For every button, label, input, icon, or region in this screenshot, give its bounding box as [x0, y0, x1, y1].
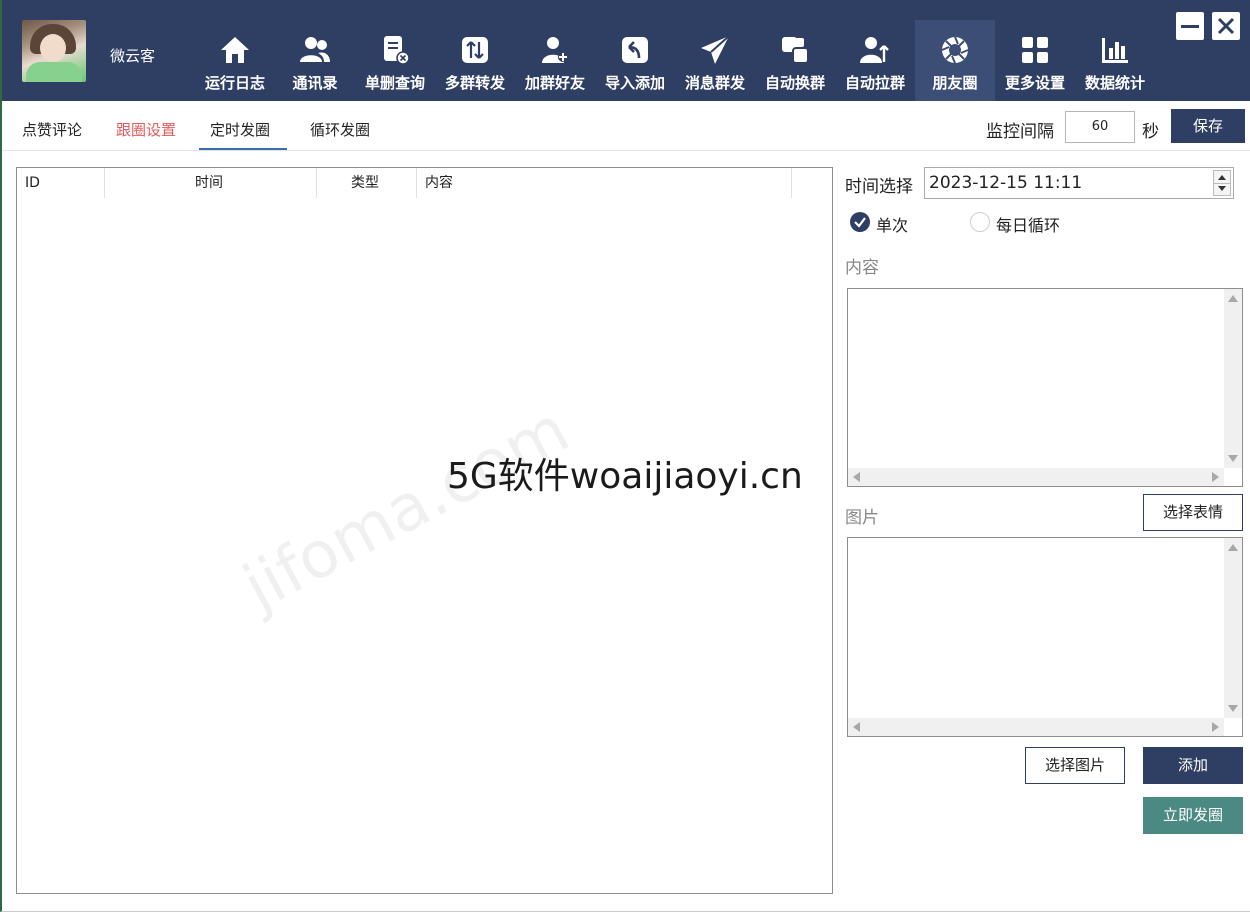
add-button[interactable]: 添加 [1143, 747, 1243, 784]
add-friend-icon [542, 37, 568, 63]
nav-auto-pull-group[interactable]: 自动拉群 [835, 20, 915, 100]
sub-tab-bar: 点赞评论 跟圈设置 定时发圈 循环发圈 监控间隔 秒 [2, 101, 1250, 151]
column-header-time[interactable]: 时间 [195, 168, 223, 198]
home-icon [221, 37, 249, 63]
contacts-icon [300, 37, 330, 62]
nav-run-log[interactable]: 运行日志 [195, 20, 275, 100]
datetime-picker[interactable]: 2023-12-15 11:11 [924, 167, 1234, 199]
top-toolbar: 微云客 运行日志 通讯录 单删查询 多群转发 加群好友 导入添加 消息群发 自动… [2, 0, 1250, 101]
monitor-interval-label: 监控间隔 [986, 122, 1054, 142]
content-label: 内容 [845, 258, 879, 278]
username: 微云客 [110, 47, 156, 65]
avatar[interactable] [22, 20, 86, 82]
column-header-id[interactable]: ID [25, 168, 40, 198]
datetime-spinner[interactable] [1213, 170, 1231, 196]
post-now-button[interactable]: 立即发圈 [1143, 797, 1243, 834]
nav-data-stats[interactable]: 数据统计 [1075, 20, 1155, 100]
tab-scheduled-post[interactable]: 定时发圈 [210, 119, 270, 140]
nav-mass-message[interactable]: 消息群发 [675, 20, 755, 100]
content-textarea[interactable] [847, 288, 1243, 487]
delete-check-icon [384, 36, 410, 65]
radio-once[interactable] [850, 212, 870, 232]
close-button[interactable] [1212, 12, 1240, 40]
nav-multi-group-forward[interactable]: 多群转发 [435, 20, 515, 100]
check-icon [854, 217, 866, 228]
switch-group-icon [782, 37, 809, 64]
moments-icon [941, 36, 969, 64]
grid-settings-icon [1022, 37, 1048, 63]
choose-image-button[interactable]: 选择图片 [1025, 747, 1125, 784]
pull-group-icon [860, 37, 889, 63]
send-icon [701, 35, 730, 64]
nav-auto-switch-group[interactable]: 自动换群 [755, 20, 835, 100]
minimize-button[interactable] [1176, 12, 1204, 40]
tab-like-comment[interactable]: 点赞评论 [22, 119, 82, 140]
nav-more-settings[interactable]: 更多设置 [995, 20, 1075, 100]
time-select-label: 时间选择 [845, 177, 913, 197]
app-window: 微云客 运行日志 通讯录 单删查询 多群转发 加群好友 导入添加 消息群发 自动… [0, 0, 1250, 912]
datetime-value: 2023-12-15 11:11 [929, 173, 1083, 193]
radio-daily-loop-label: 每日循环 [996, 216, 1061, 235]
nav-add-group-friends[interactable]: 加群好友 [515, 20, 595, 100]
monitor-interval-input[interactable]: 60 [1065, 111, 1135, 143]
radio-once-label: 单次 [876, 216, 909, 235]
nav-moments[interactable]: 朋友圈 [915, 20, 995, 101]
image-label: 图片 [845, 508, 879, 528]
active-tab-indicator [199, 148, 287, 150]
vertical-scrollbar[interactable] [1224, 289, 1242, 468]
tab-loop-post[interactable]: 循环发圈 [310, 119, 370, 140]
horizontal-scrollbar[interactable] [848, 468, 1224, 486]
transfer-icon [462, 37, 488, 63]
nav-import-add[interactable]: 导入添加 [595, 20, 675, 100]
horizontal-scrollbar[interactable] [848, 718, 1224, 736]
minimize-icon [1181, 25, 1199, 28]
import-icon [622, 37, 648, 63]
close-icon [1217, 17, 1235, 35]
seconds-unit-label: 秒 [1142, 122, 1159, 142]
nav-single-delete-check[interactable]: 单删查询 [355, 20, 435, 100]
radio-daily-loop[interactable] [970, 212, 990, 232]
column-header-content[interactable]: 内容 [425, 168, 453, 198]
save-button[interactable]: 保存 [1171, 109, 1245, 143]
column-header-type[interactable]: 类型 [351, 168, 379, 198]
vertical-scrollbar[interactable] [1224, 538, 1242, 718]
choose-emoji-button[interactable]: 选择表情 [1143, 494, 1243, 531]
nav-contacts[interactable]: 通讯录 [275, 20, 355, 100]
image-list-box[interactable] [847, 537, 1243, 737]
bar-chart-icon [1102, 38, 1128, 63]
watermark-text: 5G软件woaijiaoyi.cn [447, 456, 803, 497]
tab-follow-settings[interactable]: 跟圈设置 [116, 119, 176, 140]
